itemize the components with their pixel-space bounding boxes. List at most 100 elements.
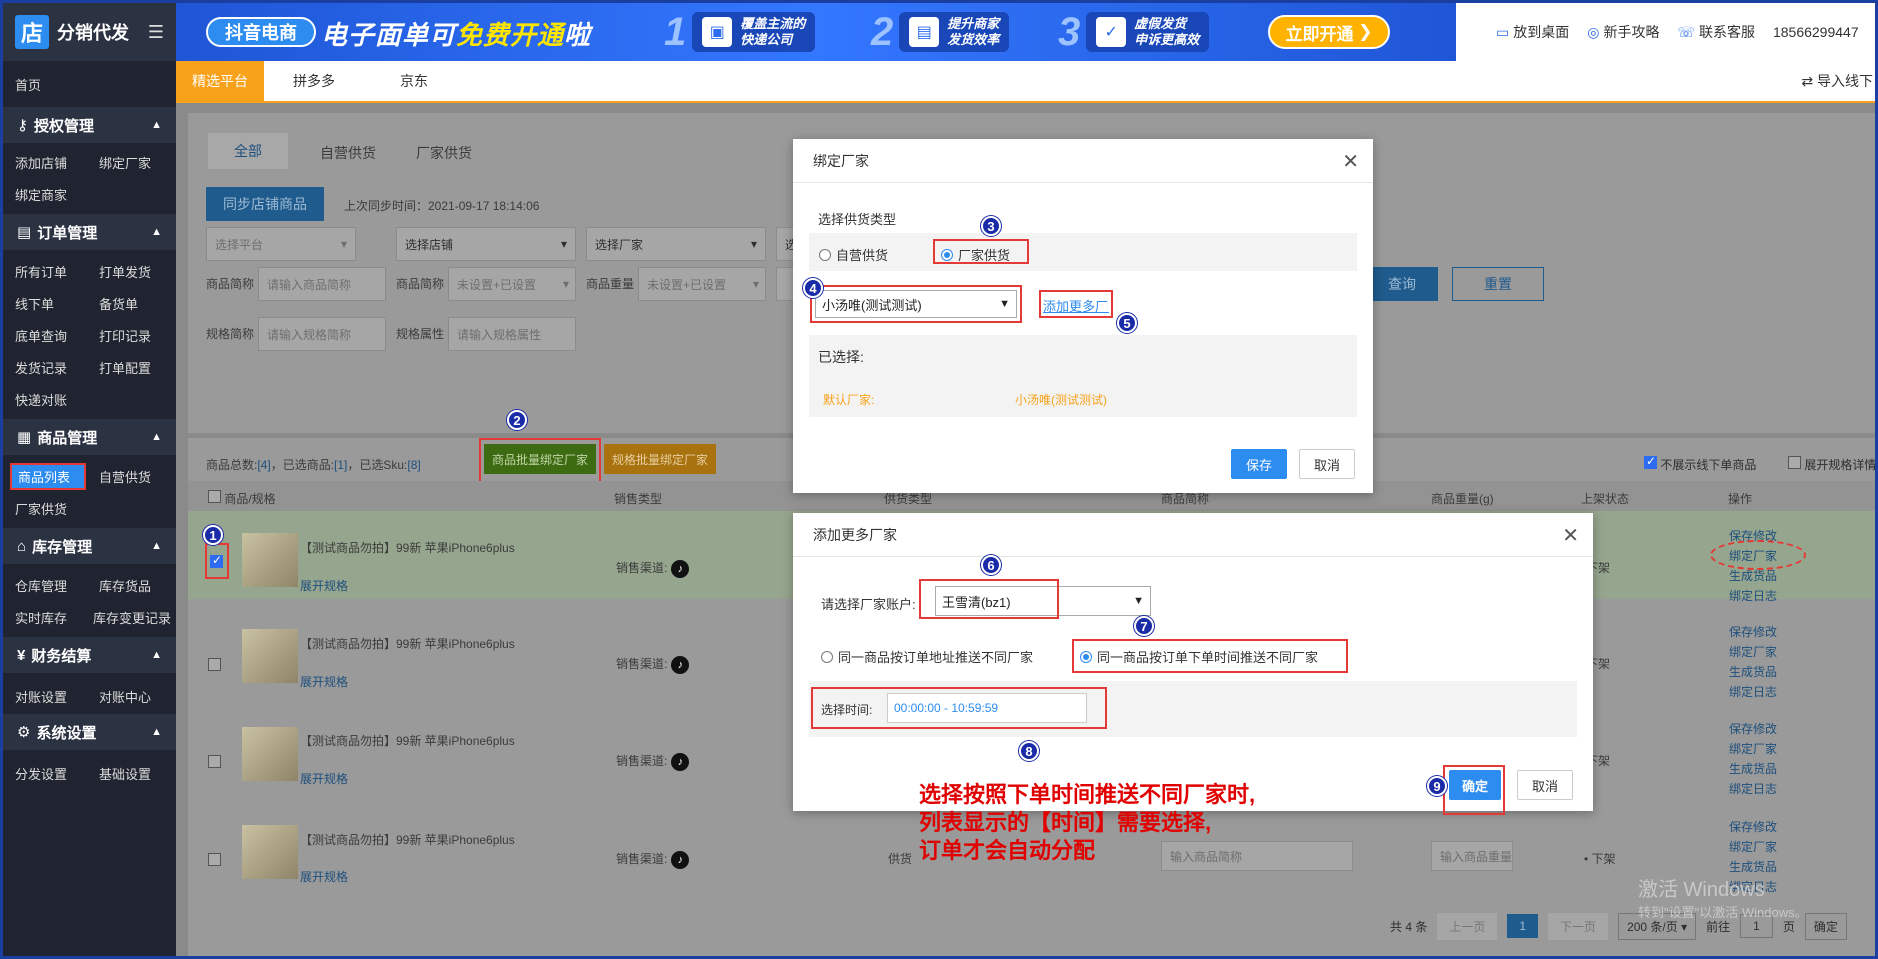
close-icon[interactable]: ✕ <box>1342 149 1359 174</box>
spec-bulk-bind-button[interactable]: 规格批量绑定厂家 <box>604 444 716 474</box>
sidebar-group-goods[interactable]: ▦ 商品管理 ▲ <box>3 419 176 455</box>
spec-attr-input[interactable]: 请输入规格属性 <box>448 317 576 351</box>
radio-by-time[interactable]: 同一商品按订单下单时间推送不同厂家 <box>1080 647 1318 666</box>
bind-log-link[interactable]: 绑定日志 <box>1729 779 1777 799</box>
bind-log-link[interactable]: 绑定日志 <box>1729 586 1777 606</box>
sidebar-item-bind-factory[interactable]: 绑定厂家 <box>99 153 151 172</box>
sidebar-item-print-log[interactable]: 打印记录 <box>99 326 151 345</box>
platform-select[interactable]: 选择平台 ▾ <box>206 227 356 261</box>
sidebar-item-add-shop[interactable]: 添加店铺 <box>15 153 67 172</box>
add-more-factory-link[interactable]: 添加更多厂家 <box>1043 296 1109 315</box>
import-offline-link[interactable]: ⇄ 导入线下 <box>1801 71 1873 91</box>
expand-spec-link[interactable]: 展开规格 <box>300 868 348 885</box>
banner-headline: 电子面单可免费开通啦 <box>321 20 592 50</box>
confirm-button[interactable]: 确定 <box>1449 770 1501 800</box>
sidebar-item-print-config[interactable]: 打单配置 <box>99 358 151 377</box>
sidebar-item-bind-merchant[interactable]: 绑定商家 <box>15 185 67 204</box>
save-button[interactable]: 保存 <box>1231 449 1287 479</box>
shop-select[interactable]: 选择店铺 ▾ <box>396 227 576 261</box>
sidebar-group-inventory[interactable]: ⌂ 库存管理 ▲ <box>3 528 176 564</box>
tab-jd[interactable]: 京东 <box>364 61 464 101</box>
sidebar-item-dispatch-settings[interactable]: 分发设置 <box>15 764 67 783</box>
tab-featured[interactable]: 精选平台 <box>176 61 264 101</box>
row-checkbox[interactable] <box>208 755 221 771</box>
radio-by-address[interactable]: 同一商品按订单地址推送不同厂家 <box>821 647 1033 666</box>
sidebar-item-warehouse[interactable]: 仓库管理 <box>15 576 67 595</box>
factory-select[interactable]: 选择厂家 ▾ <box>586 227 766 261</box>
save-changes-link[interactable]: 保存修改 <box>1729 719 1777 739</box>
sidebar-group-finance[interactable]: ¥ 财务结算 ▲ <box>3 637 176 673</box>
sync-shop-goods-button[interactable]: 同步店铺商品 <box>206 187 324 221</box>
generate-goods-link[interactable]: 生成货品 <box>1729 662 1777 682</box>
page-1-button[interactable]: 1 <box>1507 914 1539 938</box>
query-button[interactable]: 查询 <box>1366 267 1438 301</box>
cancel-button[interactable]: 取消 <box>1517 770 1573 800</box>
save-changes-link[interactable]: 保存修改 <box>1729 817 1777 837</box>
sidebar-item-stock-list[interactable]: 备货单 <box>99 294 138 313</box>
select-all-checkbox[interactable] <box>208 490 221 503</box>
sidebar-group-orders[interactable]: ▤ 订单管理 ▲ <box>3 214 176 250</box>
sidebar-item-express-recon[interactable]: 快递对账 <box>15 390 67 409</box>
weight-input[interactable]: 输入商品重量 <box>1431 841 1513 871</box>
sidebar-item-recon-center[interactable]: 对账中心 <box>99 687 151 706</box>
goto-confirm-button[interactable]: 确定 <box>1804 912 1847 940</box>
expand-spec-checkbox[interactable]: 展开规格详情 <box>1788 456 1875 473</box>
open-now-button[interactable]: 立即开通 ❯ <box>1268 15 1390 49</box>
sidebar-group-auth[interactable]: ⚷ 授权管理 ▲ <box>3 107 176 143</box>
factory-select[interactable]: 小汤唯(测试测试) ▼ <box>815 290 1017 318</box>
row-checkbox[interactable] <box>208 658 221 674</box>
short-name-set-select[interactable]: 未设置+已设置 ▾ <box>448 267 576 301</box>
sidebar-item-stock-goods[interactable]: 库存货品 <box>99 576 151 595</box>
hide-offline-checkbox[interactable]: 不展示线下单商品 <box>1644 454 1756 473</box>
radio-self-supply[interactable]: 自营供货 <box>819 245 888 264</box>
sidebar-item-stock-change[interactable]: 库存变更记录 <box>93 608 171 627</box>
tab-factory-supply[interactable]: 厂家供货 <box>416 143 472 163</box>
sidebar-item-realtime-stock[interactable]: 实时库存 <box>15 608 67 627</box>
filter-label-weight: 商品重量 <box>586 277 635 291</box>
sidebar-item-home[interactable]: 首页 <box>15 75 41 94</box>
bulk-bind-factory-button[interactable]: 商品批量绑定厂家 <box>484 444 596 474</box>
tab-all[interactable]: 全部 <box>208 133 288 169</box>
tab-self-supply[interactable]: 自营供货 <box>320 143 376 163</box>
sidebar-group-system[interactable]: ⚙ 系统设置 ▲ <box>3 714 176 750</box>
sidebar-item-print-ship[interactable]: 打单发货 <box>99 262 151 281</box>
sidebar-item-ship-log[interactable]: 发货记录 <box>15 358 67 377</box>
desktop-link[interactable]: ▭ 放到桌面 <box>1496 22 1569 42</box>
tab-pinduoduo[interactable]: 拼多多 <box>264 61 364 101</box>
close-icon[interactable]: ✕ <box>1562 523 1579 548</box>
radio-factory-supply[interactable]: 厂家供货 <box>941 245 1010 264</box>
expand-spec-link[interactable]: 展开规格 <box>300 673 348 690</box>
save-changes-link[interactable]: 保存修改 <box>1729 622 1777 642</box>
bind-log-link[interactable]: 绑定日志 <box>1729 682 1777 702</box>
spec-short-input[interactable]: 请输入规格简称 <box>258 317 386 351</box>
sidebar-item-all-orders[interactable]: 所有订单 <box>15 262 67 281</box>
sidebar-item-recon-settings[interactable]: 对账设置 <box>15 687 67 706</box>
bind-factory-link[interactable]: 绑定厂家 <box>1729 642 1777 662</box>
expand-spec-link[interactable]: 展开规格 <box>300 577 348 594</box>
sidebar-item-offline[interactable]: 线下单 <box>15 294 54 313</box>
promo-banner[interactable]: 抖音电商 电子面单可免费开通啦 1 ▣ 覆盖主流的 快递公司 2 ▤ 提升商家 发货效率… <box>176 3 1456 61</box>
cancel-button[interactable]: 取消 <box>1299 449 1355 479</box>
expand-spec-link[interactable]: 展开规格 <box>300 770 348 787</box>
guide-link[interactable]: ◎ 新手攻略 <box>1587 22 1659 42</box>
reset-button[interactable]: 重置 <box>1452 267 1544 301</box>
support-link[interactable]: ☏ 联系客服 <box>1677 22 1755 42</box>
bind-factory-link[interactable]: 绑定厂家 <box>1729 739 1777 759</box>
prev-page-button[interactable]: 上一页 <box>1437 912 1498 940</box>
time-range-input[interactable]: 00:00:00 - 10:59:59 <box>887 693 1087 723</box>
col-goods-spec[interactable]: 商品/规格 <box>208 490 276 507</box>
sidebar-item-goods-list[interactable]: 商品列表 <box>10 463 86 490</box>
hamburger-icon[interactable]: ☰ <box>148 22 164 43</box>
sidebar-item-basic-settings[interactable]: 基础设置 <box>99 764 151 783</box>
account-phone[interactable]: 18566299447 <box>1773 24 1859 40</box>
next-page-button[interactable]: 下一页 <box>1548 912 1609 940</box>
row-checkbox[interactable] <box>210 553 223 571</box>
sidebar-item-self-supply[interactable]: 自营供货 <box>99 467 151 486</box>
bind-factory-link[interactable]: 绑定厂家 <box>1729 837 1777 857</box>
weight-set-select[interactable]: 未设置+已设置 ▾ <box>638 267 766 301</box>
generate-goods-link[interactable]: 生成货品 <box>1729 759 1777 779</box>
short-name-input[interactable]: 请输入商品简称 <box>258 267 386 301</box>
sidebar-item-factory-supply[interactable]: 厂家供货 <box>15 499 67 518</box>
sidebar-item-waybill[interactable]: 底单查询 <box>15 326 67 345</box>
row-checkbox[interactable] <box>208 853 221 869</box>
